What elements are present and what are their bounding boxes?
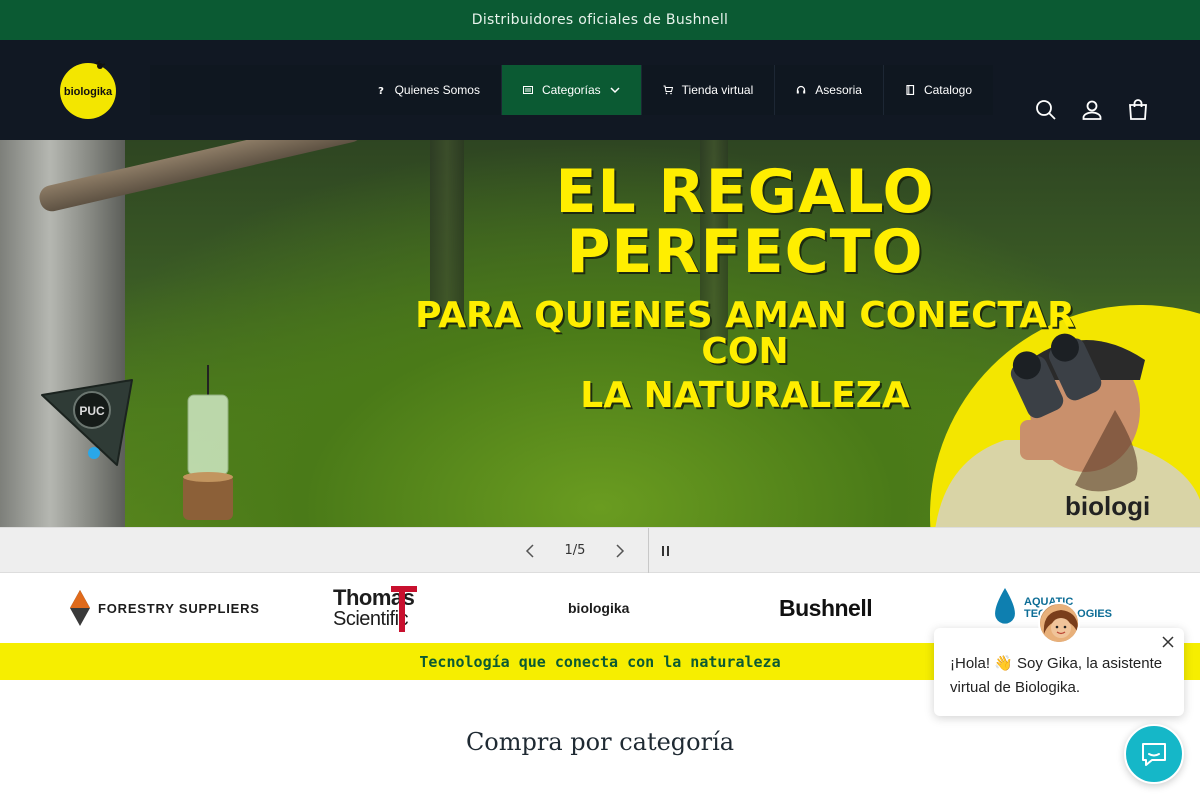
brand-forestry-suppliers[interactable]: FORESTRY SUPPLIERS: [70, 573, 260, 643]
nav-label: Tienda virtual: [681, 83, 754, 97]
brand-name: FORESTRY SUPPLIERS: [98, 600, 260, 616]
nav-asesoria[interactable]: Asesoria: [774, 65, 883, 115]
shirt-text: biologi: [1065, 491, 1150, 521]
list-icon: [522, 86, 533, 94]
headset-icon: [797, 85, 806, 94]
cart-icon[interactable]: [1126, 98, 1150, 122]
chevron-down-icon: [610, 87, 620, 94]
hero-slide[interactable]: PUC biologi EL REGALO PERFECTO PARA QUIE…: [0, 140, 1200, 527]
nav-quienes-somos[interactable]: ? Quienes Somos: [355, 65, 501, 115]
brand-name: Bushnell: [779, 594, 873, 621]
logo-text: biologika: [64, 86, 113, 98]
chat-message: ¡Hola! 👋 Soy Gika, la asistente virtual …: [950, 655, 1163, 696]
water-drop-icon: [995, 588, 1015, 624]
nav-label: Asesoria: [815, 83, 862, 97]
question-icon: ?: [378, 86, 384, 95]
announcement-text: Distribuidores oficiales de Bushnell: [471, 12, 729, 28]
chat-launcher-button[interactable]: [1124, 724, 1184, 784]
brand-thomas-scientific[interactable]: Thomas Scientific: [333, 573, 417, 643]
book-icon: [906, 85, 915, 95]
svg-text:?: ?: [378, 86, 384, 95]
slide-counter: 1/5: [564, 543, 586, 558]
nav-categorias[interactable]: Categorías: [500, 65, 641, 115]
chevron-left-icon[interactable]: [520, 541, 540, 561]
header-icons: [1034, 98, 1150, 122]
nav-tienda-virtual[interactable]: Tienda virtual: [640, 65, 775, 115]
brand-name: biologika: [568, 600, 630, 616]
nav-label: Categorías: [541, 83, 601, 97]
headline-line-2: PARA QUIENES AMAN CONECTAR CON: [415, 295, 1075, 372]
chevron-right-icon[interactable]: [610, 541, 630, 561]
nav-label: Catalogo: [923, 83, 972, 97]
hero-headline: EL REGALO PERFECTO PARA QUIENES AMAN CON…: [400, 162, 1090, 414]
announcement-bar: Distribuidores oficiales de Bushnell: [0, 0, 1200, 40]
main-nav: ? Quienes Somos Categorías Tienda virtua…: [150, 65, 993, 115]
tagline-text: Tecnología que conecta con la naturaleza: [419, 652, 781, 671]
cart-icon: [663, 85, 673, 95]
headline-line-3: LA NATURALEZA: [580, 375, 910, 416]
search-icon[interactable]: [1034, 98, 1058, 122]
assistant-avatar: [1038, 602, 1080, 644]
slider-controls: 1/5: [0, 527, 1200, 574]
divider: [648, 528, 649, 574]
brand-bushnell[interactable]: Bushnell: [779, 573, 873, 643]
feeder-lantern: [183, 365, 233, 520]
section-title: Compra por categoría: [465, 728, 735, 756]
thomas-mark-icon: [391, 586, 417, 632]
account-icon[interactable]: [1080, 98, 1104, 122]
nav-catalogo[interactable]: Catalogo: [882, 65, 993, 115]
nav-label: Quienes Somos: [394, 83, 480, 97]
close-icon[interactable]: [1160, 634, 1176, 650]
bird-feeder-device: PUC: [41, 379, 133, 466]
brand-biologika[interactable]: biologika: [568, 573, 629, 643]
site-header: biologika ? Quienes Somos Categorías Tie…: [0, 40, 1200, 140]
headline-line-1: EL REGALO PERFECTO: [555, 157, 935, 287]
pause-icon[interactable]: [656, 541, 676, 561]
biologika-logo[interactable]: biologika: [58, 60, 118, 122]
chat-icon: [1142, 743, 1166, 766]
forestry-diamond-icon: [70, 590, 90, 626]
device-label: PUC: [79, 404, 105, 418]
